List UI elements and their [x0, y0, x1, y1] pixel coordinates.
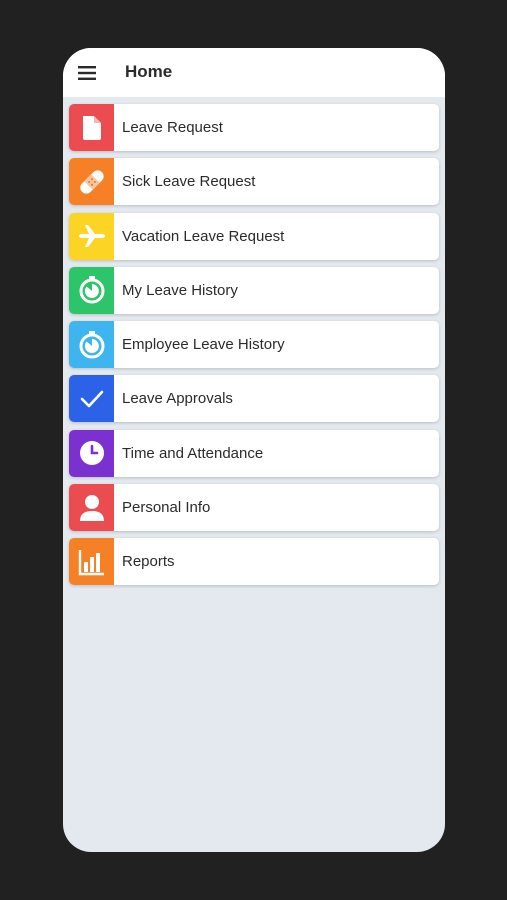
phone-screen: Home Leave Request Sick Leave Request Va… [63, 48, 445, 852]
menu-item-tile [69, 429, 114, 477]
menu-item-leave-request[interactable]: Leave Request [69, 104, 439, 151]
menu-item-sick-leave-request[interactable]: Sick Leave Request [69, 158, 439, 206]
menu-item-label: Personal Info [122, 499, 211, 517]
document-icon [82, 115, 101, 140]
stopwatch-icon [79, 276, 104, 304]
menu-item-label: Employee Leave History [122, 336, 285, 354]
menu-item-employee-leave-history[interactable]: Employee Leave History [69, 321, 439, 369]
hamburger-menu-icon [78, 65, 96, 80]
menu-item-tile [69, 321, 114, 369]
menu-item-label: Leave Approvals [122, 390, 233, 408]
menu-item-tile [69, 375, 114, 423]
menu-item-my-leave-history[interactable]: My Leave History [69, 266, 439, 314]
menu-item-label: Vacation Leave Request [122, 227, 285, 245]
menu-item-label: Time and Attendance [122, 444, 264, 462]
menu-item-reports[interactable]: Reports [69, 538, 439, 586]
bandage-icon [79, 170, 104, 194]
menu-item-tile [69, 158, 114, 206]
clock-icon [79, 441, 104, 466]
menu-item-tile [69, 538, 114, 586]
checkmark-icon [80, 390, 103, 408]
menu-item-tile [69, 212, 114, 260]
menu-list: Leave Request Sick Leave Request Vacatio… [69, 104, 439, 593]
menu-button[interactable] [63, 48, 111, 97]
menu-item-label: My Leave History [122, 281, 238, 299]
menu-item-tile [69, 266, 114, 314]
person-icon [79, 494, 104, 521]
airplane-icon [78, 225, 105, 248]
menu-item-label: Leave Request [122, 119, 223, 136]
menu-item-time-and-attendance[interactable]: Time and Attendance [69, 429, 439, 477]
bar-chart-icon [78, 549, 104, 576]
menu-item-label: Sick Leave Request [122, 173, 256, 191]
menu-item-leave-approvals[interactable]: Leave Approvals [69, 375, 439, 423]
stopwatch-icon [79, 330, 104, 359]
menu-item-label: Reports [122, 553, 175, 571]
page-title: Home [125, 62, 173, 81]
menu-item-personal-info[interactable]: Personal Info [69, 484, 439, 532]
menu-item-vacation-leave-request[interactable]: Vacation Leave Request [69, 212, 439, 260]
menu-item-tile [69, 484, 114, 532]
app-bar: Home [63, 48, 445, 97]
menu-item-tile [69, 104, 114, 151]
